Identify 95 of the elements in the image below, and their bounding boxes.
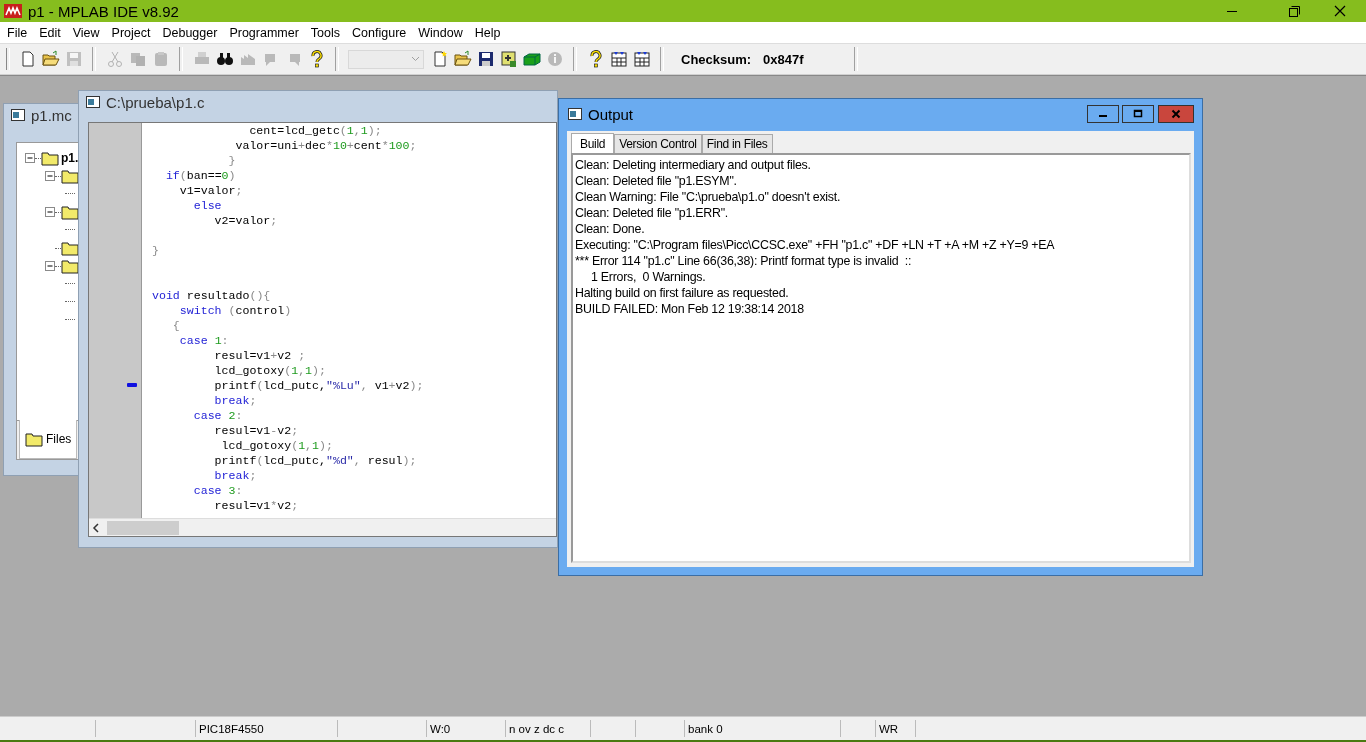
collapse-toggle-icon[interactable] xyxy=(45,261,55,271)
status-field: bank 0 xyxy=(688,722,723,735)
code-line: else xyxy=(192,199,222,212)
window-icon xyxy=(568,108,582,120)
output-tab[interactable]: Build xyxy=(571,133,615,153)
grid-icon[interactable] xyxy=(632,50,651,68)
log-line: Halting build on first failure as requested. xyxy=(575,286,789,300)
tree-branch-line xyxy=(65,319,75,321)
close-icon[interactable] xyxy=(1334,5,1346,17)
folder-icon xyxy=(61,168,79,184)
tree-item[interactable]: p1. xyxy=(61,151,79,165)
tree-branch-line xyxy=(65,283,75,285)
code-line: case 2: xyxy=(192,409,243,422)
menu-item[interactable]: Window xyxy=(413,25,468,40)
menu-item[interactable]: File xyxy=(2,25,33,40)
save-icon[interactable] xyxy=(476,50,495,68)
code-line: case 3: xyxy=(192,484,243,497)
scrollbar-thumb[interactable] xyxy=(107,520,179,535)
close-icon[interactable] xyxy=(1171,109,1181,119)
close-button[interactable] xyxy=(1158,105,1194,123)
code-line: resul=v1*v2; xyxy=(213,499,299,512)
log-line: Clean: Done. xyxy=(575,222,645,236)
code-line: void resultado(){ xyxy=(152,289,271,302)
code-line: lcd_gotoxy(1,1); xyxy=(213,364,326,377)
status-field: W:0 xyxy=(430,722,451,735)
code-line: valor=uni+dec*10+cent*100; xyxy=(234,139,417,152)
open-icon[interactable] xyxy=(453,50,472,68)
output-tab[interactable]: Find in Files xyxy=(701,134,773,153)
log-line: BUILD FAILED: Mon Feb 12 19:38:14 2018 xyxy=(575,302,804,316)
log-line: 1 Errors, 0 Warnings. xyxy=(589,270,706,284)
code-line: v1=valor; xyxy=(178,184,243,197)
open-icon[interactable] xyxy=(41,50,60,68)
tree-branch-line xyxy=(65,193,75,195)
files-tab[interactable]: Files xyxy=(19,420,78,459)
menu-item[interactable]: Project xyxy=(106,25,156,40)
log-line: Clean: Deleting intermediary and output files. xyxy=(575,158,811,172)
menu-item[interactable]: Edit xyxy=(34,25,66,40)
window-icon xyxy=(86,96,100,108)
boxes-icon[interactable] xyxy=(522,50,541,68)
folder-icon xyxy=(61,240,79,256)
maximize-button[interactable] xyxy=(1122,105,1154,123)
code-line: resul=v1+v2 ; xyxy=(213,349,306,362)
code-line: if(ban==0) xyxy=(164,169,236,182)
minimize-button[interactable] xyxy=(1087,105,1119,123)
code-line: printf(lcd_putc,"%d", resul); xyxy=(213,454,417,467)
code-line: cent=lcd_getc(1,1); xyxy=(248,124,382,137)
log-line: Clean: Deleted file "p1.ERR". xyxy=(575,206,729,220)
horizontal-scrollbar[interactable] xyxy=(89,518,556,536)
code-line: break; xyxy=(213,394,257,407)
grid-icon[interactable] xyxy=(609,50,628,68)
code-line: break; xyxy=(213,469,257,482)
code-line: case 1: xyxy=(178,334,229,347)
log-line: Executing: "C:\Program files\Picc\CCSC.exe" +FH "p1.c" +DF +LN +T +A +M +Z +Y=9 +EA xyxy=(575,238,1055,252)
menu-item[interactable]: Tools xyxy=(305,25,346,40)
code-line: resul=v1-v2; xyxy=(213,424,299,437)
status-field: PIC18F4550 xyxy=(199,722,264,735)
build-icon[interactable] xyxy=(499,50,518,68)
code-line: } xyxy=(152,244,159,257)
window-icon xyxy=(11,109,25,121)
folder-icon xyxy=(25,431,43,447)
folder-icon xyxy=(61,258,79,274)
folder-icon xyxy=(41,150,59,166)
code-line: switch (control) xyxy=(178,304,292,317)
code-line: lcd_gotoxy(1,1); xyxy=(220,439,333,452)
app-logo-icon xyxy=(4,4,22,18)
window-title: Output xyxy=(588,105,634,123)
code-line: } xyxy=(227,154,236,167)
code-line: { xyxy=(171,319,180,332)
folder-icon xyxy=(61,204,79,220)
collapse-toggle-icon[interactable] xyxy=(45,171,55,181)
maximize-icon[interactable] xyxy=(1288,5,1300,17)
menu-item[interactable]: Debugger xyxy=(157,25,223,40)
log-line: Clean: Deleted file "p1.ESYM". xyxy=(575,174,737,188)
log-line: Clean Warning: File "C:\prueba\p1.o" doesn't exist. xyxy=(575,190,841,204)
collapse-toggle-icon[interactable] xyxy=(25,153,35,163)
code-line: v2=valor; xyxy=(213,214,278,227)
find-icon[interactable] xyxy=(215,50,234,68)
code-line: printf(lcd_putc,"%Lu", v1+v2); xyxy=(213,379,424,392)
status-field: n ov z dc c xyxy=(509,722,564,735)
menu-item[interactable]: Programmer xyxy=(224,25,304,40)
tree-branch-line xyxy=(65,301,75,303)
menu-item[interactable]: View xyxy=(67,25,105,40)
window-title: p1 - MPLAB IDE v8.92 xyxy=(28,2,179,20)
collapse-toggle-icon[interactable] xyxy=(45,207,55,217)
log-line: *** Error 114 "p1.c" Line 66(36,38): Printf format type is invalid :: xyxy=(575,254,912,268)
menu-item[interactable]: Help xyxy=(469,25,506,40)
tree-branch-line xyxy=(65,229,75,231)
maximize-icon[interactable] xyxy=(1133,109,1143,119)
checksum-value: 0x847f xyxy=(763,51,804,67)
checksum-label: Checksum: xyxy=(681,51,752,67)
output-tab[interactable]: Version Control xyxy=(614,134,702,153)
status-field: WR xyxy=(879,722,899,735)
window-title: C:\prueba\p1.c xyxy=(106,93,205,111)
window-title: p1.mc xyxy=(31,106,72,124)
menu-item[interactable]: Configure xyxy=(347,25,412,40)
